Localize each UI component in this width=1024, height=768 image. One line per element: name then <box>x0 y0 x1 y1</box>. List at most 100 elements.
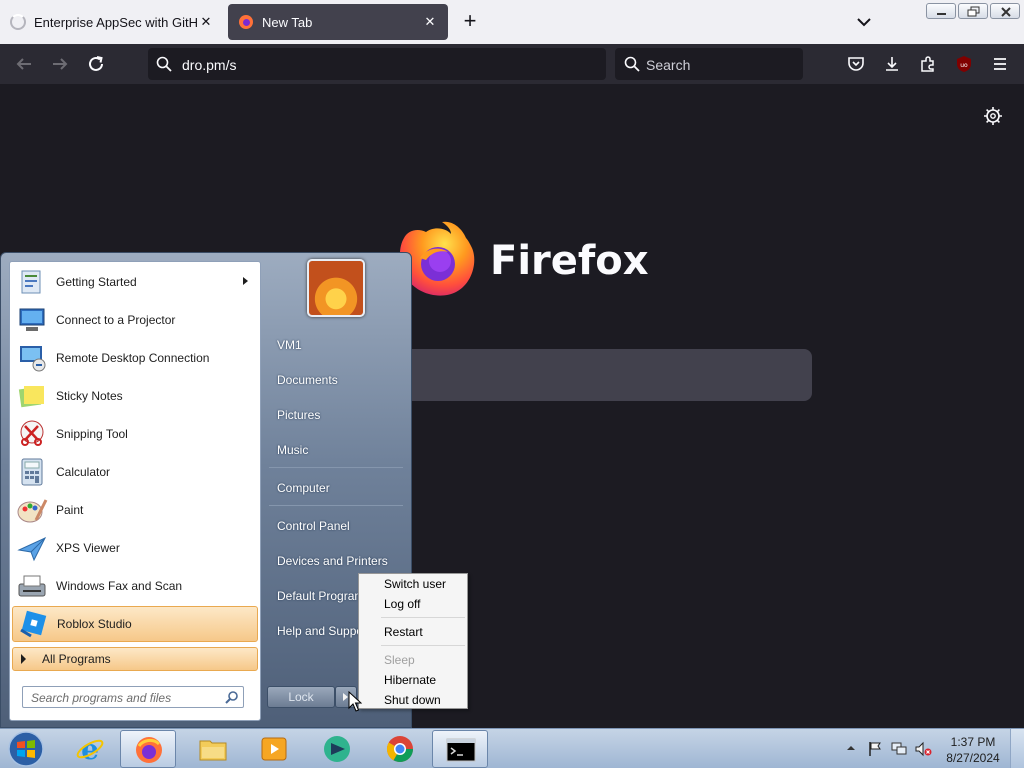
divider <box>381 645 465 646</box>
search-icon[interactable] <box>225 690 239 704</box>
network-icon[interactable] <box>890 740 908 758</box>
program-roblox-studio[interactable]: Roblox Studio <box>12 606 258 642</box>
program-fax-scan[interactable]: Windows Fax and Scan <box>12 568 258 604</box>
hamburger-menu-icon[interactable] <box>990 54 1010 74</box>
url-bar[interactable]: dro.pm/s <box>148 48 606 80</box>
start-link-control-panel[interactable]: Control Panel <box>277 519 350 533</box>
start-link-user-vm1[interactable]: VM1 <box>277 338 302 352</box>
gear-icon[interactable] <box>982 105 1004 127</box>
divider <box>381 617 465 618</box>
fax-scan-icon <box>18 575 46 597</box>
minimize-button[interactable] <box>926 3 956 19</box>
start-search-placeholder: Search programs and files <box>31 691 172 705</box>
program-paint[interactable]: Paint <box>12 492 258 528</box>
program-xps-viewer[interactable]: XPS Viewer <box>12 530 258 566</box>
getting-started-icon <box>21 270 41 294</box>
menu-item-hibernate[interactable]: Hibernate <box>384 673 436 687</box>
start-link-documents[interactable]: Documents <box>277 373 338 387</box>
command-prompt-icon <box>446 738 476 762</box>
action-center-flag-icon[interactable] <box>866 740 884 758</box>
taskbar-chrome[interactable] <box>372 730 428 768</box>
submenu-arrow-icon <box>243 277 248 285</box>
menu-item-shut-down[interactable]: Shut down <box>384 693 441 707</box>
close-tab-icon[interactable]: ✕ <box>198 14 214 30</box>
windows-start-orb-icon[interactable] <box>5 730 47 768</box>
lock-button[interactable]: Lock <box>267 686 335 708</box>
taskbar-file-explorer[interactable] <box>185 730 241 768</box>
show-desktop-button[interactable] <box>1010 729 1024 768</box>
extensions-puzzle-icon[interactable] <box>918 54 938 74</box>
program-label: XPS Viewer <box>56 541 120 555</box>
start-link-help-support[interactable]: Help and Support <box>277 624 370 638</box>
taskbar-command-prompt[interactable] <box>432 730 488 768</box>
reload-icon[interactable] <box>84 52 108 76</box>
program-getting-started[interactable]: Getting Started <box>12 264 258 300</box>
pocket-icon[interactable] <box>846 54 866 74</box>
menu-item-sleep: Sleep <box>384 653 415 667</box>
program-label: Snipping Tool <box>56 427 128 441</box>
close-tab-icon[interactable]: ✕ <box>422 14 438 30</box>
start-link-default-programs[interactable]: Default Programs <box>277 589 370 603</box>
ublock-origin-icon[interactable]: uo <box>954 54 974 74</box>
restore-icon <box>967 6 980 17</box>
tab-enterprise-appsec[interactable]: Enterprise AppSec with GitHub ✕ <box>0 4 224 40</box>
minimize-icon <box>937 13 946 15</box>
show-hidden-icons-icon[interactable] <box>846 743 856 753</box>
search-bar[interactable]: Search <box>615 48 803 80</box>
program-label: Roblox Studio <box>57 617 132 631</box>
tab-bar: Enterprise AppSec with GitHub ✕ New Tab … <box>0 0 1024 44</box>
taskbar-media-player[interactable] <box>246 730 302 768</box>
program-label: Calculator <box>56 465 111 479</box>
start-search-input[interactable]: Search programs and files <box>22 686 244 708</box>
volume-muted-icon[interactable] <box>914 740 932 758</box>
menu-item-log-off[interactable]: Log off <box>384 597 420 611</box>
calculator-icon <box>21 458 43 486</box>
program-label: Connect to a Projector <box>56 313 176 327</box>
chrome-icon <box>386 736 414 763</box>
nav-toolbar: dro.pm/s Search uo <box>0 44 1024 84</box>
menu-item-switch-user[interactable]: Switch user <box>384 577 446 591</box>
firefox-wordmark: Firefox <box>490 238 649 284</box>
user-picture[interactable] <box>307 259 365 317</box>
taskbar: e 1:37 PM 8/27/2024 <box>0 728 1024 768</box>
taskbar-app[interactable] <box>309 730 365 768</box>
program-label: Getting Started <box>56 275 137 289</box>
program-connect-projector[interactable]: Connect to a Projector <box>12 302 258 338</box>
snipping-tool-icon <box>20 420 44 446</box>
program-sticky-notes[interactable]: Sticky Notes <box>12 378 258 414</box>
all-programs-button[interactable]: All Programs <box>12 647 258 671</box>
close-icon <box>1001 7 1011 17</box>
program-snipping-tool[interactable]: Snipping Tool <box>12 416 258 452</box>
start-link-music[interactable]: Music <box>277 443 308 457</box>
program-remote-desktop[interactable]: Remote Desktop Connection <box>12 340 258 376</box>
tab-new-tab[interactable]: New Tab ✕ <box>228 4 448 40</box>
url-text: dro.pm/s <box>182 57 237 73</box>
app-icon <box>324 736 350 762</box>
close-window-button[interactable] <box>990 3 1020 19</box>
media-player-icon <box>261 737 287 761</box>
newtab-search-box[interactable]: ss <box>360 349 812 401</box>
clock-time[interactable]: 1:37 PM <box>946 735 1000 749</box>
tab-title: New Tab <box>262 14 313 30</box>
start-link-devices-printers[interactable]: Devices and Printers <box>277 554 388 568</box>
programs-list: Getting Started Connect to a Projector R… <box>9 261 261 721</box>
start-link-pictures[interactable]: Pictures <box>277 408 320 422</box>
program-label: Windows Fax and Scan <box>56 579 183 593</box>
taskbar-firefox[interactable] <box>120 730 176 768</box>
svg-text:uo: uo <box>960 62 968 69</box>
program-calculator[interactable]: Calculator <box>12 454 258 490</box>
new-tab-button[interactable]: + <box>458 8 482 36</box>
forward-arrow-icon[interactable] <box>48 52 72 76</box>
menu-item-restart[interactable]: Restart <box>384 625 423 639</box>
clock-date[interactable]: 8/27/2024 <box>944 751 1002 765</box>
taskbar-internet-explorer[interactable]: e <box>62 730 118 768</box>
divider <box>269 467 403 468</box>
chevron-down-icon[interactable] <box>852 12 876 32</box>
start-menu: Getting Started Connect to a Projector R… <box>0 252 412 728</box>
start-link-computer[interactable]: Computer <box>277 481 330 495</box>
download-icon[interactable] <box>882 54 902 74</box>
mouse-pointer-icon <box>348 691 362 712</box>
firefox-icon <box>136 737 162 763</box>
restore-button[interactable] <box>958 3 988 19</box>
back-arrow-icon[interactable] <box>12 52 36 76</box>
